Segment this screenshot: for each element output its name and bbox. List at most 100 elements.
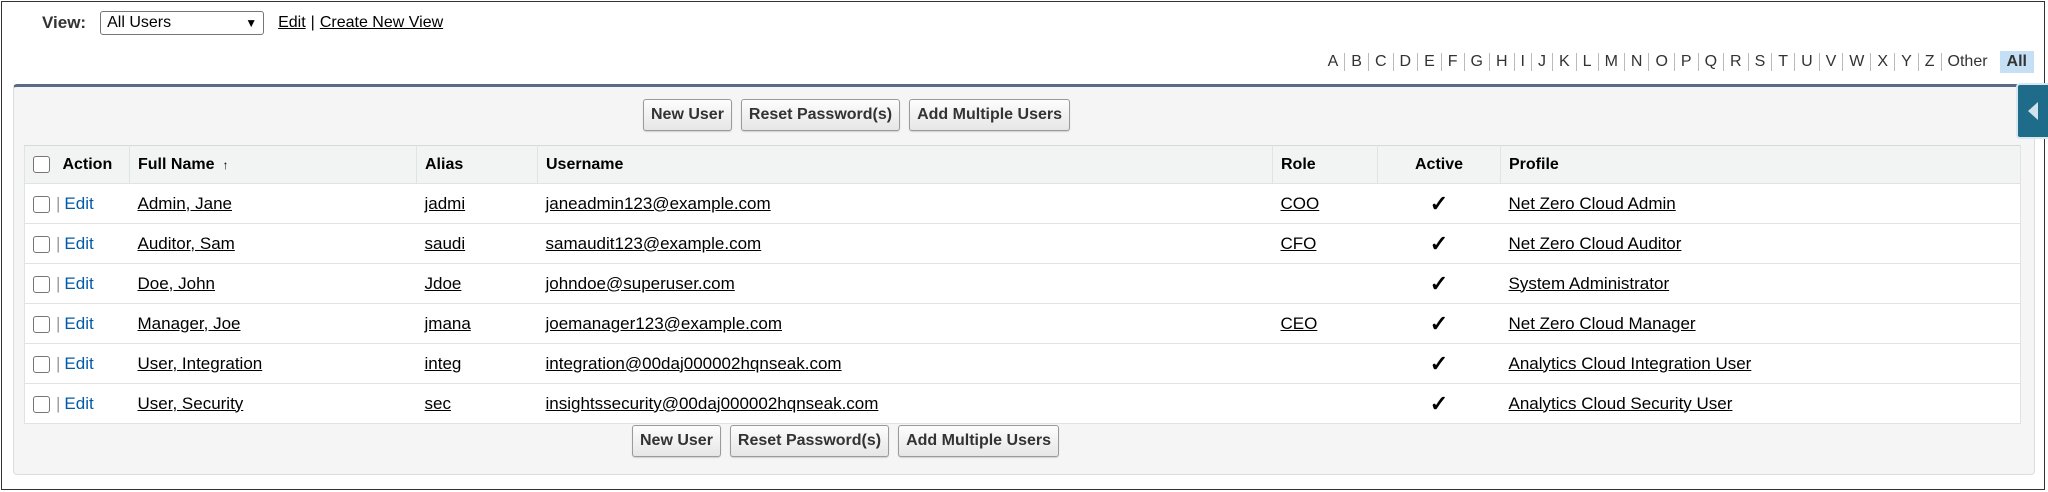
full-name-link[interactable]: Doe, John <box>138 274 216 293</box>
username-link[interactable]: integration@00daj000002hqnseak.com <box>546 354 842 373</box>
edit-user-link[interactable]: Edit <box>64 234 93 253</box>
full-name-link[interactable]: Admin, Jane <box>138 194 233 213</box>
users-list-panel: New User Reset Password(s) Add Multiple … <box>13 84 2035 475</box>
alpha-filter-e[interactable]: E <box>1417 53 1441 71</box>
create-new-view-link[interactable]: Create New View <box>320 14 443 32</box>
alias-link[interactable]: integ <box>425 354 462 373</box>
edit-view-link[interactable]: Edit <box>278 14 306 32</box>
username-cell: insightssecurity@00daj000002hqnseak.com <box>537 383 1273 424</box>
alpha-filter-d[interactable]: D <box>1392 53 1418 71</box>
profile-cell: System Administrator <box>1500 263 2021 304</box>
alpha-filter-b[interactable]: B <box>1344 53 1368 71</box>
username-header[interactable]: Username <box>537 145 1273 184</box>
username-link[interactable]: janeadmin123@example.com <box>546 194 771 213</box>
full-name-link[interactable]: Manager, Joe <box>138 314 241 333</box>
alpha-filter-j[interactable]: J <box>1531 53 1552 71</box>
profile-link[interactable]: Analytics Cloud Integration User <box>1509 354 1752 373</box>
alpha-filter-k[interactable]: K <box>1552 53 1576 71</box>
full-name-link[interactable]: Auditor, Sam <box>138 234 235 253</box>
row-checkbox[interactable] <box>33 395 50 413</box>
active-header[interactable]: Active <box>1377 145 1501 184</box>
alpha-filter-i[interactable]: I <box>1513 53 1531 71</box>
alpha-filter-all[interactable]: All <box>1999 51 2034 73</box>
collapse-arrow-icon <box>2028 102 2038 120</box>
action-cell: | Edit <box>24 183 130 224</box>
alias-link[interactable]: jadmi <box>425 194 466 213</box>
add-multiple-users-button[interactable]: Add Multiple Users <box>909 99 1070 131</box>
alpha-filter-r[interactable]: R <box>1723 53 1748 71</box>
alias-link[interactable]: saudi <box>425 234 466 253</box>
username-link[interactable]: insightssecurity@00daj000002hqnseak.com <box>546 394 879 413</box>
edit-user-link[interactable]: Edit <box>64 354 93 373</box>
full-name-link[interactable]: User, Security <box>138 394 244 413</box>
table-row: | Edit Manager, Joe jmana joemanager123@exam… <box>24 303 2021 344</box>
alpha-filter-a[interactable]: A <box>1322 53 1345 71</box>
new-user-button[interactable]: New User <box>643 99 732 131</box>
alpha-filter-m[interactable]: M <box>1597 53 1624 71</box>
new-user-button[interactable]: New User <box>632 425 721 457</box>
alpha-filter-u[interactable]: U <box>1794 53 1819 71</box>
alpha-filter-other[interactable]: Other <box>1940 53 1994 71</box>
alpha-filter-z[interactable]: Z <box>1917 53 1941 71</box>
alpha-filter-l[interactable]: L <box>1575 53 1598 71</box>
username-cell: integration@00daj000002hqnseak.com <box>537 343 1273 384</box>
edit-user-link[interactable]: Edit <box>64 314 93 333</box>
active-check-icon: ✓ <box>1429 310 1449 336</box>
username-link[interactable]: johndoe@superuser.com <box>546 274 735 293</box>
sidebar-collapse-tab[interactable] <box>2016 83 2048 139</box>
row-checkbox[interactable] <box>33 355 50 373</box>
role-header[interactable]: Role <box>1272 145 1378 184</box>
alpha-filter-w[interactable]: W <box>1842 53 1870 71</box>
alpha-filter-g[interactable]: G <box>1463 53 1489 71</box>
username-link[interactable]: samaudit123@example.com <box>546 234 762 253</box>
alias-cell: integ <box>416 343 538 384</box>
row-checkbox[interactable] <box>33 315 50 333</box>
username-cell: joemanager123@example.com <box>537 303 1273 344</box>
alpha-filter-c[interactable]: C <box>1367 53 1393 71</box>
role-link[interactable]: CFO <box>1281 234 1317 253</box>
username-cell: janeadmin123@example.com <box>537 183 1273 224</box>
alpha-filter-s[interactable]: S <box>1747 53 1772 71</box>
edit-user-link[interactable]: Edit <box>64 194 93 213</box>
alias-link[interactable]: sec <box>425 394 451 413</box>
profile-header[interactable]: Profile <box>1500 145 2021 184</box>
add-multiple-users-button[interactable]: Add Multiple Users <box>898 425 1059 457</box>
profile-link[interactable]: Analytics Cloud Security User <box>1509 394 1733 413</box>
action-cell: | Edit <box>24 223 130 264</box>
table-row: | Edit User, Security sec insightssecurity@0… <box>24 383 2021 424</box>
full-name-header[interactable]: Full Name ↑ <box>129 145 417 184</box>
alias-cell: sec <box>416 383 538 424</box>
role-cell: CEO <box>1272 303 1378 344</box>
full-name-link[interactable]: User, Integration <box>138 354 263 373</box>
row-checkbox[interactable] <box>33 235 50 253</box>
alpha-filter-y[interactable]: Y <box>1894 53 1918 71</box>
profile-link[interactable]: Net Zero Cloud Manager <box>1509 314 1696 333</box>
alias-link[interactable]: jmana <box>425 314 471 333</box>
action-separator: | <box>56 393 61 413</box>
alpha-filter-p[interactable]: P <box>1673 53 1698 71</box>
alpha-filter-t[interactable]: T <box>1771 53 1794 71</box>
profile-link[interactable]: Net Zero Cloud Admin <box>1509 194 1676 213</box>
alpha-filter-q[interactable]: Q <box>1697 53 1723 71</box>
alpha-filter-x[interactable]: X <box>1870 53 1894 71</box>
alpha-filter-f[interactable]: F <box>1440 53 1464 71</box>
alias-link[interactable]: Jdoe <box>425 274 462 293</box>
role-link[interactable]: COO <box>1281 194 1320 213</box>
alpha-filter-n[interactable]: N <box>1623 53 1649 71</box>
alpha-filter-h[interactable]: H <box>1488 53 1514 71</box>
alpha-filter-o[interactable]: O <box>1648 53 1673 71</box>
row-checkbox[interactable] <box>33 195 50 213</box>
reset-password-button[interactable]: Reset Password(s) <box>729 425 890 457</box>
role-link[interactable]: CEO <box>1281 314 1318 333</box>
profile-link[interactable]: System Administrator <box>1509 274 1670 293</box>
view-select[interactable]: All Users ▼ <box>100 11 265 35</box>
reset-password-button[interactable]: Reset Password(s) <box>740 99 901 131</box>
alias-header[interactable]: Alias <box>416 145 538 184</box>
edit-user-link[interactable]: Edit <box>64 394 93 413</box>
profile-link[interactable]: Net Zero Cloud Auditor <box>1509 234 1682 253</box>
username-link[interactable]: joemanager123@example.com <box>546 314 783 333</box>
alpha-filter-v[interactable]: V <box>1818 53 1843 71</box>
edit-user-link[interactable]: Edit <box>64 274 93 293</box>
select-all-checkbox[interactable] <box>33 155 50 173</box>
row-checkbox[interactable] <box>33 275 50 293</box>
